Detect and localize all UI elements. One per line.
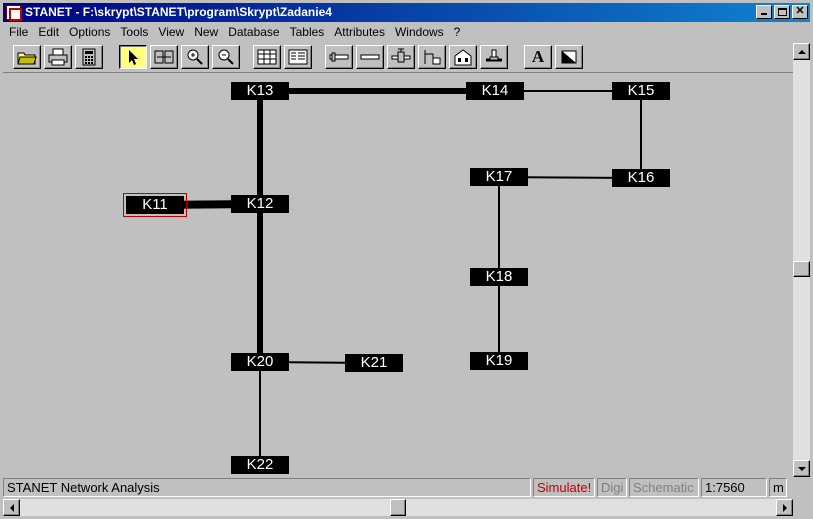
text-button[interactable]: A [524,45,552,69]
form-icon [288,49,308,65]
node-k13[interactable]: K13 [231,82,289,100]
maximize-button[interactable] [774,5,790,19]
text-icon: A [531,47,545,66]
node-k11[interactable]: K11 [123,193,187,217]
scroll-left-button[interactable] [3,499,20,516]
arrow-right-icon [782,503,787,512]
zoom-in-button[interactable] [181,45,209,69]
print-button[interactable] [44,45,72,69]
scroll-down-button[interactable] [793,460,810,477]
scrollbar-corner [793,499,810,516]
pipe-straight-icon [360,54,380,60]
network-edges [151,88,642,466]
status-unit: m [769,478,787,497]
valve-icon [391,48,411,63]
node-k14[interactable]: K14 [466,82,524,100]
status-scale: 1:7560 [701,478,767,497]
menu-database[interactable]: Database [223,25,284,39]
pointer-icon [129,50,138,65]
node-k17[interactable]: K17 [470,168,528,186]
main-window: STANET - F:\skrypt\STANET\program\Skrypt… [0,0,813,519]
maximize-icon [778,8,787,16]
print-icon [48,48,68,66]
menu-tables[interactable]: Tables [285,25,330,39]
pump-icon [424,50,441,65]
menu-windows[interactable]: Windows [390,25,449,39]
menu-help[interactable]: ? [449,25,466,39]
network-canvas[interactable]: K13 K14 K15 K16 K17 K11 K12 K18 K19 K20 … [3,72,793,477]
minimize-icon [761,13,767,15]
node-k12[interactable]: K12 [231,195,289,213]
zoom-out-icon [218,49,234,65]
node-k21[interactable]: K21 [345,354,403,372]
menu-bar: File Edit Options Tools View New Databas… [3,22,793,42]
building-button[interactable] [449,45,477,69]
arrow-up-icon [797,49,806,54]
open-button[interactable] [13,45,41,69]
hydrant-icon [486,49,502,62]
menu-view[interactable]: View [153,25,189,39]
close-icon: ✕ [795,5,805,17]
close-button[interactable]: ✕ [792,5,808,19]
table-icon [257,49,277,65]
status-digi[interactable]: Digi [597,478,627,497]
minimize-button[interactable] [756,5,772,19]
node-k18[interactable]: K18 [470,268,528,286]
node-k22[interactable]: K22 [231,456,289,474]
zoom-out-button[interactable] [212,45,240,69]
form-button[interactable] [284,45,312,69]
fill-button[interactable] [555,45,583,69]
hydrant-button[interactable] [480,45,508,69]
open-folder-icon [17,52,37,65]
node-edit-icon [154,50,174,64]
arrow-down-icon [797,466,806,471]
vertical-scroll-thumb[interactable] [793,261,810,277]
horizontal-scrollbar[interactable] [3,499,793,516]
pointer-button[interactable] [119,45,147,69]
horizontal-scroll-thumb[interactable] [390,499,406,516]
node-k15[interactable]: K15 [612,82,670,100]
scroll-right-button[interactable] [776,499,793,516]
calculator-icon [82,48,96,66]
node-edit-button[interactable] [150,45,178,69]
valve-button[interactable] [387,45,415,69]
status-simulate[interactable]: Simulate! [533,478,595,497]
fill-icon [561,50,577,64]
zoom-in-icon [187,49,203,65]
scroll-up-button[interactable] [793,43,810,60]
building-icon [454,49,472,66]
menu-file[interactable]: File [3,25,33,39]
app-icon[interactable] [6,5,22,21]
pipe-icon [329,52,349,62]
toolbar: A [3,43,793,71]
node-k19[interactable]: K19 [470,352,528,370]
status-app-name: STANET Network Analysis [3,478,531,497]
arrow-left-icon [9,503,14,512]
pipe-button[interactable] [325,45,353,69]
table-button[interactable] [253,45,281,69]
pipe-straight-button[interactable] [356,45,384,69]
menu-options[interactable]: Options [64,25,115,39]
node-k16[interactable]: K16 [612,169,670,187]
vertical-scrollbar[interactable] [793,43,810,477]
window-title: STANET - F:\skrypt\STANET\program\Skrypt… [25,5,332,19]
title-bar[interactable]: STANET - F:\skrypt\STANET\program\Skrypt… [3,3,810,22]
menu-tools[interactable]: Tools [115,25,153,39]
calculator-button[interactable] [75,45,103,69]
pump-button[interactable] [418,45,446,69]
status-schematic[interactable]: Schematic [629,478,699,497]
menu-edit[interactable]: Edit [33,25,64,39]
node-k20[interactable]: K20 [231,353,289,371]
menu-new[interactable]: New [189,25,223,39]
menu-attributes[interactable]: Attributes [329,25,390,39]
status-bar: STANET Network Analysis Simulate! Digi S… [3,478,810,498]
